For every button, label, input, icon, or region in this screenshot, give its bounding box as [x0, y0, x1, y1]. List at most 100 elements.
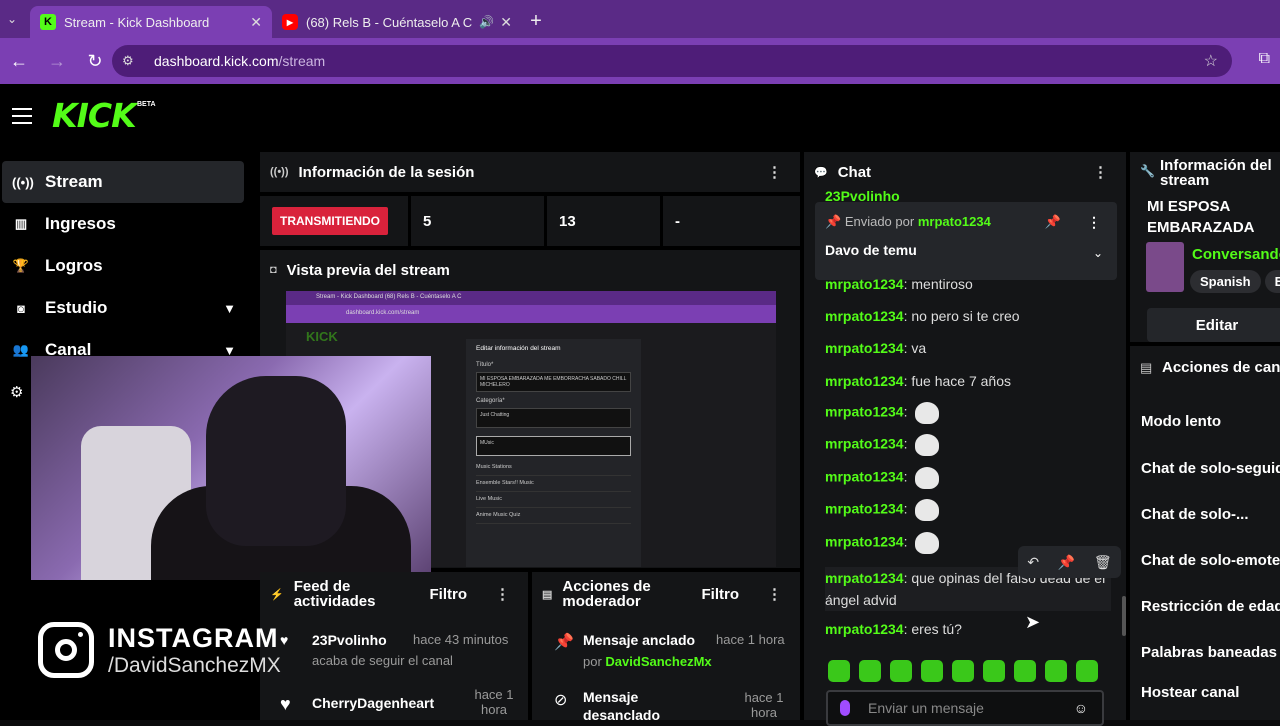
more-options-icon[interactable]: ⋮ [767, 163, 782, 181]
action-subs-only[interactable]: Chat de solo-... [1141, 506, 1249, 523]
instagram-overlay: INSTAGRAM /DavidSanchezMX [38, 622, 281, 678]
heart-icon: ♥ [280, 632, 289, 648]
pin-icon[interactable]: 📌 [1045, 214, 1061, 230]
tab-title: (68) Rels B - Cuéntaselo A C [306, 14, 473, 30]
reload-button[interactable]: ↻ [76, 42, 114, 80]
bolt-icon: ⚡ [270, 588, 284, 601]
kick-favicon-icon: K [40, 14, 56, 30]
category-thumbnail [1146, 242, 1184, 292]
webcam-overlay [31, 356, 431, 580]
feed-time: hace 43 minutos [413, 632, 509, 647]
stream-tags: Spanish E [1190, 270, 1280, 293]
tab-search-icon[interactable]: ⌄ [0, 4, 24, 34]
sidebar-item-ingresos[interactable]: ▥ Ingresos [2, 203, 244, 245]
stat-viewers: 5 [411, 196, 544, 246]
trash-icon[interactable]: 🗑 [1094, 554, 1112, 571]
pinned-message[interactable]: 📌 Enviado por mrpato1234 📌 ⋮ Davo de tem… [815, 202, 1117, 280]
chat-bubble-icon: 💬 [814, 166, 828, 179]
kick-logo[interactable]: KICK [52, 96, 137, 135]
stat-followers: 13 [547, 196, 660, 246]
sidebar-item-label: Estudio [45, 298, 108, 317]
chat-message: mrpato1234: eres tú? [825, 621, 962, 637]
new-tab-button[interactable]: + [522, 6, 550, 36]
edit-button[interactable]: Editar [1147, 308, 1280, 342]
status-cell: TRANSMITIENDO [260, 196, 408, 246]
stream-info-panel: 🔧 Información del stream MI ESPOSA EMBAR… [1130, 152, 1280, 342]
mouse-cursor: ➤ [1025, 612, 1041, 632]
back-button[interactable]: ← [0, 42, 38, 80]
more-options-icon[interactable]: ⋮ [1093, 163, 1108, 181]
site-settings-icon[interactable]: ⚙ [122, 53, 144, 69]
more-options-icon[interactable]: ⋮ [767, 585, 782, 603]
sidebar: ((•)) Stream ▥ Ingresos 🏆 Logros ◙ Estud… [0, 161, 250, 371]
studio-icon: ◙ [17, 300, 25, 316]
emote-icon [915, 434, 940, 456]
emote-icon[interactable] [828, 660, 850, 682]
panel-title: Acciones de moderador [562, 578, 651, 610]
emote-icon[interactable] [952, 660, 974, 682]
more-options-icon[interactable]: ⋮ [1087, 214, 1101, 231]
emote-icon[interactable] [983, 660, 1005, 682]
more-options-icon[interactable]: ⋮ [495, 585, 510, 603]
action-emotes-only[interactable]: Chat de solo-emotes [1141, 552, 1280, 569]
emote-icon [915, 467, 940, 489]
chevron-down-icon[interactable]: ⌄ [1093, 246, 1103, 260]
emote-icon[interactable] [1014, 660, 1036, 682]
feed-action: acaba de seguir el canal [312, 653, 453, 668]
action-host-channel[interactable]: Hostear canal [1141, 684, 1239, 701]
channel-actions-panel: ▤ Acciones de canal [1130, 346, 1280, 720]
url-bar[interactable]: ⚙ dashboard.kick.com/stream ☆ [112, 45, 1232, 77]
feed-user[interactable]: CherryDagenheart [312, 695, 434, 711]
session-stats-row: TRANSMITIENDO 5 13 - [260, 196, 800, 246]
stat-other: - [663, 196, 800, 246]
action-banned-words[interactable]: Palabras baneadas [1141, 644, 1277, 661]
sidebar-item-stream[interactable]: ((•)) Stream [2, 161, 244, 203]
instagram-icon [38, 622, 94, 678]
reply-icon[interactable]: ↶ [1027, 554, 1039, 571]
heart-icon: ♥ [280, 694, 291, 714]
filter-button[interactable]: Filtro [702, 586, 740, 603]
sidebar-item-estudio[interactable]: ◙ Estudio ▼ [2, 287, 244, 329]
sidebar-item-label: Logros [45, 256, 103, 275]
action-slow-mode[interactable]: Modo lento [1141, 413, 1221, 430]
chat-scrollbar[interactable] [1122, 596, 1126, 636]
chart-icon: ▥ [14, 216, 28, 231]
preview-mini-logo: KICK [306, 329, 338, 344]
feed-user[interactable]: 23Pvolinho [312, 632, 387, 648]
action-followers-only[interactable]: Chat de solo-seguidores [1141, 460, 1280, 477]
emote-icon[interactable] [921, 660, 943, 682]
forward-button[interactable]: → [38, 42, 76, 80]
emote-icon[interactable] [1076, 660, 1098, 682]
action-age-restriction[interactable]: Restricción de edad [1141, 598, 1280, 615]
emoji-icon[interactable]: ☺ [1074, 700, 1088, 716]
settings-gear-icon[interactable]: ⚙ [10, 383, 23, 401]
emote-icon[interactable] [859, 660, 881, 682]
filter-button[interactable]: Filtro [430, 586, 468, 603]
message-actions-popover: ↶ 📌 🗑 [1018, 546, 1121, 578]
pinned-header: 📌 Enviado por mrpato1234 [825, 214, 991, 229]
extensions-icon[interactable]: ⧉ [1259, 50, 1270, 68]
tab-kick-dashboard[interactable]: K Stream - Kick Dashboard ✕ [30, 6, 272, 38]
chat-message: mrpato1234: [825, 402, 940, 424]
panel-title: Feed de actividades [293, 578, 376, 610]
menu-icon[interactable] [12, 108, 32, 124]
emote-icon[interactable] [1045, 660, 1067, 682]
feed-time: hace 1 hora [474, 687, 514, 717]
tab-youtube[interactable]: ▶ (68) Rels B - Cuéntaselo A C 🔊 ✕ [272, 6, 522, 38]
pin-icon[interactable]: 📌 [1058, 554, 1075, 571]
emote-icon[interactable] [890, 660, 912, 682]
list-icon: ▤ [1140, 360, 1153, 375]
panel-title: Vista previa del stream [286, 261, 450, 279]
address-toolbar: ← → ↻ ⚙ dashboard.kick.com/stream ☆ ⧉ [0, 38, 1280, 84]
speaker-icon[interactable]: 🔊 [479, 15, 494, 29]
chat-message-input[interactable]: Enviar un mensaje ☺ [826, 690, 1104, 726]
close-tab-icon[interactable]: ✕ [500, 14, 512, 31]
bookmark-star-icon[interactable]: ☆ [1204, 51, 1218, 71]
wrench-icon: 🔧 [1140, 164, 1155, 178]
close-tab-icon[interactable]: ✕ [250, 14, 262, 31]
stream-category[interactable]: Conversando [1192, 246, 1280, 263]
chat-message: mrpato1234: va [825, 340, 927, 356]
sidebar-item-logros[interactable]: 🏆 Logros [2, 245, 244, 287]
unpin-icon: ⊘ [554, 692, 568, 709]
microphone-icon[interactable] [840, 700, 850, 716]
